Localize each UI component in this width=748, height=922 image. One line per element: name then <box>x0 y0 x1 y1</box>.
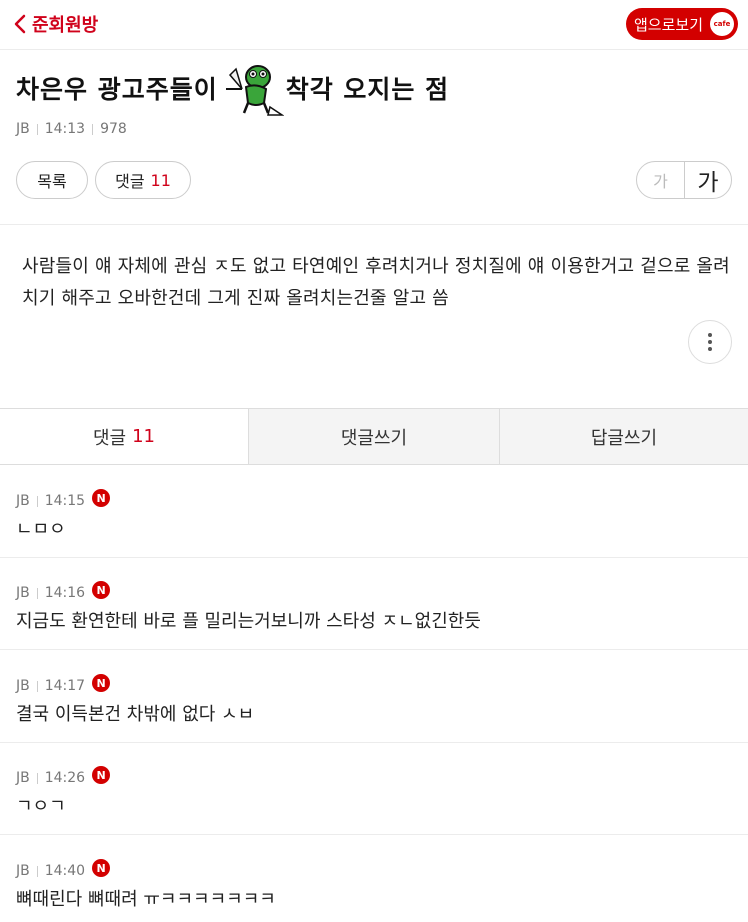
green-frog-emoticon-icon <box>225 65 284 116</box>
post-title: 차은우 광고주들이 착각 오지는 점 <box>16 60 736 116</box>
back-button[interactable]: 준회원방 <box>14 11 98 37</box>
comment-author[interactable]: JB <box>16 585 30 601</box>
meta-divider <box>36 680 38 692</box>
comment-author[interactable]: JB <box>16 493 30 509</box>
new-badge-icon: N <box>92 674 111 692</box>
comment-item: JB 14:17 N 결국 이득본건 차밖에 없다 ㅅㅂ <box>0 650 748 743</box>
title-text-start: 차은우 광고주들이 <box>16 75 218 104</box>
comment-item: JB 14:26 N ㄱㅇㄱ <box>0 742 748 835</box>
new-badge-icon: N <box>92 859 111 877</box>
open-in-app-label: 앱으로보기 <box>634 15 704 34</box>
comment-author[interactable]: JB <box>16 678 30 694</box>
comment-text: ㄴㅁㅇ <box>16 519 66 540</box>
back-label: 준회원방 <box>32 15 99 36</box>
meta-divider <box>36 772 38 784</box>
tab-comments-label: 댓글 <box>92 427 127 449</box>
tab-write-comment-label: 댓글쓰기 <box>340 427 408 449</box>
comments-button[interactable]: 댓글 11 <box>95 161 191 199</box>
post-meta: JB 14:13 978 <box>16 121 127 137</box>
tab-comments[interactable]: 댓글 11 <box>0 409 248 464</box>
open-in-app-button[interactable]: 앱으로보기 cafe <box>626 8 738 40</box>
new-badge-icon: N <box>92 581 111 599</box>
comment-meta: JB 14:15 N <box>16 489 111 509</box>
font-larger-button[interactable]: 가 <box>683 162 731 198</box>
meta-divider <box>36 123 38 135</box>
comment-item: JB 14:40 N 뼈때린다 뼈때려 ㅠㅋㅋㅋㅋㅋㅋㅋ <box>0 835 748 922</box>
comment-tabs: 댓글 11 댓글쓰기 답글쓰기 <box>0 408 748 465</box>
comment-meta: JB 14:40 N <box>16 859 111 879</box>
comment-text: 결국 이득본건 차밖에 없다 ㅅㅂ <box>16 704 255 725</box>
list-button[interactable]: 목록 <box>16 161 88 199</box>
list-button-label: 목록 <box>37 172 67 191</box>
title-text-end: 착각 오지는 점 <box>285 75 450 104</box>
chevron-left-icon <box>14 14 26 34</box>
comment-time: 14:17 <box>44 678 86 694</box>
comment-author[interactable]: JB <box>16 863 30 879</box>
post-time: 14:13 <box>44 121 86 137</box>
new-badge-icon: N <box>92 489 111 507</box>
comment-time: 14:15 <box>44 493 86 509</box>
more-vertical-icon <box>708 333 712 351</box>
tab-write-reply[interactable]: 답글쓰기 <box>499 409 748 464</box>
comment-text: 지금도 환연한테 바로 플 밀리는거보니까 스타성 ㅈㄴ없긴한듯 <box>16 611 481 632</box>
comment-meta: JB 14:26 N <box>16 766 111 786</box>
tab-comments-count: 11 <box>132 426 156 447</box>
post-body: 사람들이 얘 자체에 관심 ㅈ도 없고 타연예인 후려치거나 정치질에 얘 이용… <box>22 256 730 309</box>
comment-time: 14:40 <box>44 863 86 879</box>
comment-time: 14:26 <box>44 770 86 786</box>
post-author[interactable]: JB <box>16 121 30 137</box>
comment-meta: JB 14:16 N <box>16 581 111 601</box>
comment-text: ㄱㅇㄱ <box>16 796 66 817</box>
meta-divider <box>36 587 38 599</box>
top-bar: 준회원방 앱으로보기 cafe <box>0 0 748 50</box>
meta-divider <box>36 495 38 507</box>
meta-divider <box>92 123 94 135</box>
tab-write-reply-label: 답글쓰기 <box>590 427 658 449</box>
comment-author[interactable]: JB <box>16 770 30 786</box>
comments-button-label: 댓글 <box>115 172 145 191</box>
comment-meta: JB 14:17 N <box>16 674 111 694</box>
comment-item: JB 14:15 N ㄴㅁㅇ <box>0 465 748 558</box>
new-badge-icon: N <box>92 766 111 784</box>
comment-time: 14:16 <box>44 585 86 601</box>
meta-divider <box>36 865 38 877</box>
font-size-control: 가 가 <box>636 161 732 199</box>
comment-text: 뼈때린다 뼈때려 ㅠㅋㅋㅋㅋㅋㅋㅋ <box>16 889 276 910</box>
more-options-button[interactable] <box>688 320 732 364</box>
tab-write-comment[interactable]: 댓글쓰기 <box>248 409 499 464</box>
comments-count: 11 <box>150 170 171 190</box>
cafe-logo-icon: cafe <box>710 12 734 36</box>
post-views: 978 <box>100 121 127 137</box>
font-smaller-button[interactable]: 가 <box>637 162 684 198</box>
divider <box>0 224 748 225</box>
comment-item: JB 14:16 N 지금도 환연한테 바로 플 밀리는거보니까 스타성 ㅈㄴ없… <box>0 557 748 650</box>
